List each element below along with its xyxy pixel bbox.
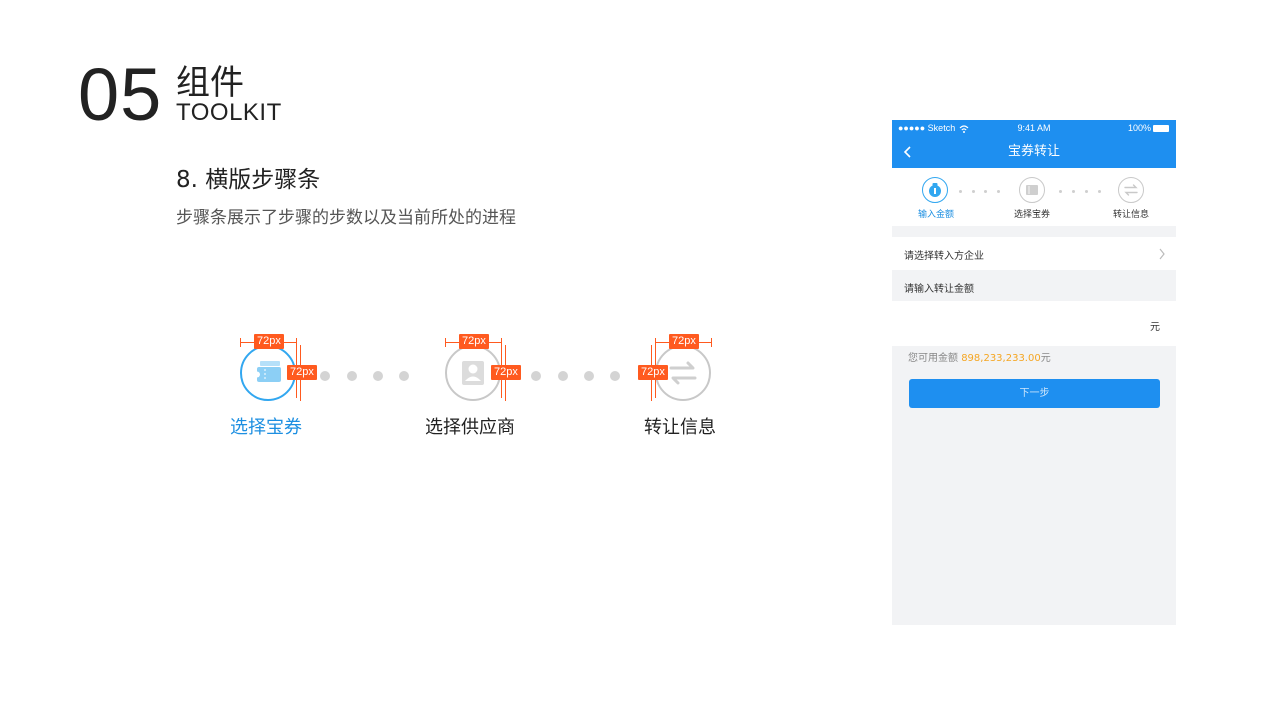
size-tag: 72px [254, 334, 284, 349]
battery-icon [1153, 125, 1169, 132]
battery-percent: 100% [1128, 123, 1152, 133]
step-connector-dot [1098, 190, 1101, 193]
phone-step-1-circle[interactable] [922, 177, 948, 203]
step-connector-dot [1059, 190, 1062, 193]
available-balance: 您可用金额 898,233,233.00元 [908, 349, 1051, 364]
step-connector-dot [972, 190, 975, 193]
size-tag: 72px [459, 334, 489, 349]
section-title-cn: 组件 [176, 63, 244, 103]
step-3-label: 转让信息 [644, 417, 716, 438]
phone-step-2-circle[interactable] [1019, 177, 1045, 203]
section-title-en: TOOLKIT [176, 99, 282, 126]
step-connector-dot [373, 371, 383, 381]
select-company-label: 请选择转入方企业 [904, 251, 984, 262]
step-connector-dot [347, 371, 357, 381]
horizontal-stepper: 72px 72px 72px 72px 72px 72px 选择宝券 选择供应商… [200, 320, 760, 450]
phone-step-3-circle[interactable] [1118, 177, 1144, 203]
amount-section-label: 请输入转让金额 [904, 284, 974, 295]
component-description: 步骤条展示了步骤的步数以及当前所处的进程 [176, 208, 516, 228]
nav-bar: 宝券转让 [892, 137, 1176, 168]
phone-mockup: ●●●●● Sketch 9:41 AM 100% 宝券转让 输入金额 选择宝券… [892, 120, 1176, 625]
step-connector-dot [531, 371, 541, 381]
amount-input-row[interactable]: 元 [892, 301, 1176, 346]
section-number: 05 [78, 53, 163, 136]
step-connector-dot [320, 371, 330, 381]
component-title: 8. 横版步骤条 [176, 167, 321, 193]
available-suffix: 元 [1040, 353, 1051, 364]
step-connector-dot [399, 371, 409, 381]
phone-step-2-label: 选择宝券 [1014, 210, 1051, 220]
step-connector-dot [1085, 190, 1088, 193]
amount-unit: 元 [1150, 322, 1160, 333]
step-connector-dot [610, 371, 620, 381]
size-tag: 72px [638, 365, 668, 380]
measure-tick [711, 338, 712, 347]
next-step-button[interactable]: 下一步 [909, 379, 1160, 408]
phone-step-3-label: 转让信息 [1113, 210, 1150, 220]
available-prefix: 您可用金额 [908, 353, 962, 364]
size-tag: 72px [491, 365, 521, 380]
phone-stepper: 输入金额 选择宝券 转让信息 [892, 168, 1176, 226]
step-connector-dot [1072, 190, 1075, 193]
status-bar: ●●●●● Sketch 9:41 AM 100% [892, 120, 1176, 137]
select-company-row[interactable]: 请选择转入方企业 [892, 237, 1176, 270]
step-1-label: 选择宝券 [230, 417, 302, 438]
step-connector-dot [584, 371, 594, 381]
measure-tick [445, 338, 446, 347]
step-2-label: 选择供应商 [425, 417, 515, 438]
measure-tick [240, 338, 241, 347]
size-tag: 72px [669, 334, 699, 349]
nav-title: 宝券转让 [1007, 144, 1060, 159]
transfer-arrows-icon [1124, 184, 1138, 196]
ticket-icon [1026, 185, 1038, 195]
phone-step-1-label: 输入金额 [918, 210, 955, 220]
step-connector-dot [959, 190, 962, 193]
step-connector-dot [558, 371, 568, 381]
available-amount: 898,233,233.00 [961, 353, 1041, 364]
step-connector-dot [997, 190, 1000, 193]
size-tag: 72px [287, 365, 317, 380]
chevron-right-icon [1159, 248, 1165, 260]
step-connector-dot [984, 190, 987, 193]
money-bag-icon [929, 183, 941, 197]
